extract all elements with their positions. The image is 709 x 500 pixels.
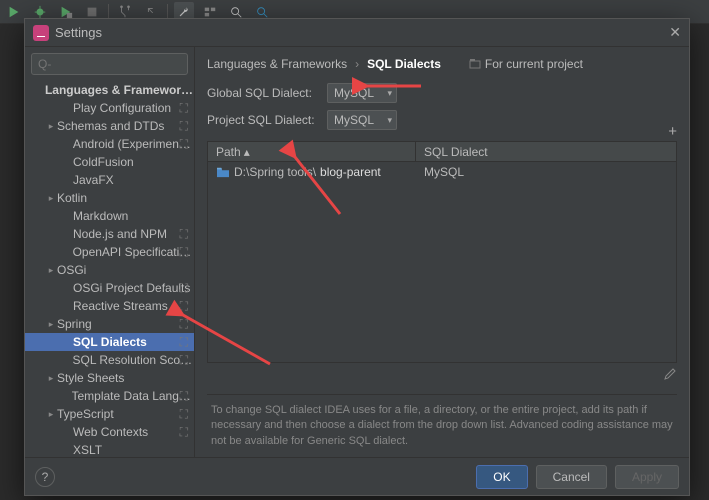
dialect-table: Path▴ SQL Dialect D:\Spring tools\blog-p… (207, 141, 677, 363)
tree-label: XSLT (73, 443, 102, 457)
project-badge-icon: ⛶ (180, 389, 188, 404)
run-icon[interactable] (4, 2, 24, 22)
project-badge-icon: ⛶ (180, 425, 188, 440)
breadcrumb: Languages & Frameworks › SQL Dialects Fo… (207, 57, 677, 71)
tree-node-reactive-streams[interactable]: Reactive Streams ⛶ (25, 297, 194, 315)
add-row-icon[interactable]: + (668, 123, 677, 140)
tree-label: Web Contexts (73, 425, 148, 439)
tree-node-osgi-project-defaults[interactable]: OSGi Project Defaults⛶ (25, 279, 194, 297)
tree-label: OSGi (57, 263, 86, 277)
help-button[interactable]: ? (35, 467, 55, 487)
tree-node-kotlin[interactable]: ▸Kotlin (25, 189, 194, 207)
tree-node-markdown[interactable]: Markdown (25, 207, 194, 225)
tree-node-sql-resolution-scopes[interactable]: SQL Resolution Scopes⛶ (25, 351, 194, 369)
tree-node-style-sheets[interactable]: ▸Style Sheets (25, 369, 194, 387)
tree-node-javafx[interactable]: JavaFX (25, 171, 194, 189)
expand-icon: ▸ (45, 121, 57, 132)
tree-label: Markdown (73, 209, 128, 223)
project-badge-icon: ⛶ (180, 119, 188, 134)
tree-label: TypeScript (57, 407, 114, 421)
table-row[interactable]: D:\Spring tools\blog-parent MySQL (208, 162, 676, 182)
folder-icon (216, 166, 230, 178)
tree-node-languages-frameworks[interactable]: Languages & Frameworks (25, 81, 194, 99)
tree-label: OSGi Project Defaults (73, 281, 190, 295)
project-badge-icon: ⛶ (180, 245, 188, 260)
scope-label: For current project (469, 57, 583, 71)
search-input[interactable] (38, 57, 181, 71)
project-scope-icon (469, 58, 481, 70)
tree-label: Spring (57, 317, 92, 331)
tree-node-coldfusion[interactable]: ColdFusion (25, 153, 194, 171)
project-badge-icon: ⛶ (180, 317, 188, 332)
app-icon (33, 25, 49, 41)
tree-node-android-experimental-[interactable]: Android (Experimental)⛶ (25, 135, 194, 153)
tree-label: Android (Experimental) (73, 137, 194, 151)
col-path[interactable]: Path▴ (208, 142, 416, 161)
tree-node-template-data-languages[interactable]: Template Data Languages⛶ (25, 387, 194, 405)
settings-main: Languages & Frameworks › SQL Dialects Fo… (195, 47, 689, 457)
tree-node-typescript[interactable]: ▸TypeScript ⛶ (25, 405, 194, 423)
col-dialect[interactable]: SQL Dialect (416, 142, 676, 161)
project-badge-icon: ⛶ (180, 101, 188, 116)
global-dialect-combo[interactable]: MySQL (327, 83, 397, 103)
breadcrumb-current: SQL Dialects (367, 57, 441, 71)
tree-node-play-configuration[interactable]: Play Configuration ⛶ (25, 99, 194, 117)
project-badge-icon: ⛶ (180, 353, 188, 368)
tree-label: Node.js and NPM (73, 227, 167, 241)
breadcrumb-parent[interactable]: Languages & Frameworks (207, 57, 347, 71)
tree-node-web-contexts[interactable]: Web Contexts ⛶ (25, 423, 194, 441)
tree-node-spring[interactable]: ▸Spring ⛶ (25, 315, 194, 333)
close-icon[interactable]: ✕ (669, 24, 681, 41)
tree-label: Play Configuration (73, 101, 171, 115)
project-badge-icon: ⛶ (180, 137, 188, 152)
search-input-wrap[interactable] (31, 53, 188, 75)
tree-label: SQL Dialects (73, 335, 147, 349)
project-badge-icon: ⛶ (180, 227, 188, 242)
cancel-button[interactable]: Cancel (536, 465, 607, 489)
global-dialect-label: Global SQL Dialect: (207, 86, 317, 100)
project-badge-icon: ⛶ (180, 281, 188, 296)
expand-icon: ▸ (45, 319, 57, 330)
chevron-right-icon: › (355, 57, 359, 71)
settings-sidebar: Languages & Frameworks Play Configuration… (25, 47, 195, 457)
tree-label: JavaFX (73, 173, 114, 187)
tree-node-osgi[interactable]: ▸OSGi (25, 261, 194, 279)
tree-label: Schemas and DTDs (57, 119, 164, 133)
tree-label: Kotlin (57, 191, 87, 205)
tree-label: Reactive Streams (73, 299, 168, 313)
tree-node-xslt[interactable]: XSLT (25, 441, 194, 457)
project-dialect-combo[interactable]: MySQL (327, 110, 397, 130)
tree-label: Template Data Languages (72, 389, 195, 403)
tree-node-schemas-and-dtds[interactable]: ▸Schemas and DTDs ⛶ (25, 117, 194, 135)
expand-icon: ▸ (45, 193, 57, 204)
edit-icon[interactable] (663, 367, 677, 381)
expand-icon: ▸ (45, 409, 57, 420)
expand-icon: ▸ (45, 265, 57, 276)
dialog-title: Settings (55, 25, 663, 40)
tree-node-node-js-and-npm[interactable]: Node.js and NPM ⛶ (25, 225, 194, 243)
tree-label: Style Sheets (57, 371, 124, 385)
tree-label: OpenAPI Specifications (73, 245, 194, 259)
tree-label: SQL Resolution Scopes (72, 353, 194, 367)
titlebar: Settings ✕ (25, 19, 689, 47)
project-badge-icon: ⛶ (180, 299, 188, 314)
settings-tree[interactable]: Languages & Frameworks Play Configuration… (25, 81, 194, 457)
hint-text: To change SQL dialect IDEA uses for a fi… (207, 394, 677, 457)
ok-button[interactable]: OK (476, 465, 527, 489)
project-badge-icon: ⛶ (180, 335, 188, 350)
apply-button[interactable]: Apply (615, 465, 679, 489)
cell-dialect: MySQL (416, 163, 472, 181)
project-badge-icon: ⛶ (180, 407, 188, 422)
tree-node-openapi-specifications[interactable]: OpenAPI Specifications⛶ (25, 243, 194, 261)
expand-icon: ▸ (45, 373, 57, 384)
dialog-footer: ? OK Cancel Apply (25, 457, 689, 495)
tree-label: ColdFusion (73, 155, 134, 169)
tree-node-sql-dialects[interactable]: SQL Dialects ⛶ (25, 333, 194, 351)
settings-dialog: Settings ✕ Languages & Frameworks Play Co… (24, 18, 690, 496)
sort-asc-icon: ▴ (244, 145, 250, 159)
project-dialect-label: Project SQL Dialect: (207, 113, 317, 127)
tree-label: Languages & Frameworks (45, 83, 194, 97)
